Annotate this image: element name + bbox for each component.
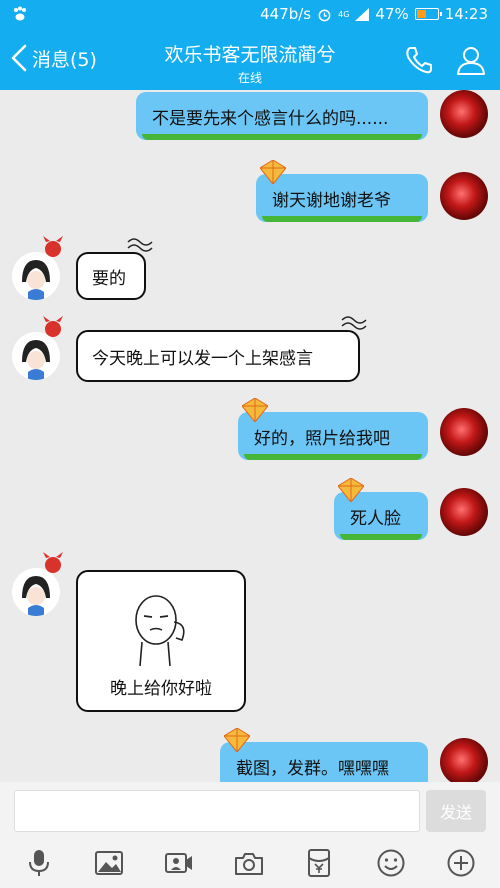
message-text: 好的，照片给我吧 xyxy=(254,428,390,449)
message-text: 死人脸 xyxy=(350,508,401,529)
message-text: 谢天谢地谢老爷 xyxy=(272,190,391,211)
message-text: 不是要先来个感言什么的吗...... xyxy=(152,108,389,129)
girl-avatar-icon xyxy=(12,252,60,300)
my-avatar[interactable] xyxy=(440,488,488,536)
kite-icon xyxy=(242,398,268,422)
signal-icon xyxy=(355,7,370,21)
message-bubble-contact[interactable]: 晚上给你好啦 xyxy=(76,570,246,712)
chat-header: 消息(5) 欢乐书客无限流蔺兮 在线 xyxy=(0,30,500,90)
message-bubble-mine[interactable]: 死人脸 xyxy=(334,478,428,540)
my-avatar[interactable] xyxy=(440,172,488,220)
toolbar xyxy=(0,838,500,888)
my-avatar[interactable] xyxy=(440,408,488,456)
devil-icon xyxy=(43,552,63,573)
devil-icon xyxy=(43,316,63,337)
back-label: 消息(5) xyxy=(32,48,97,71)
red-packet-icon[interactable] xyxy=(304,848,334,878)
net-speed: 447b/s xyxy=(260,5,312,23)
message-bubble-mine[interactable]: 好的，照片给我吧 xyxy=(238,398,428,460)
message-list[interactable]: 不是要先来个感言什么的吗...... 谢天谢地谢老爷 要的 今天晚上可以发一个上… xyxy=(0,90,500,782)
signal-type: 4G xyxy=(338,9,350,19)
user-icon[interactable] xyxy=(455,44,487,76)
meme-face-image xyxy=(135,594,185,666)
kite-icon xyxy=(338,478,364,502)
video-icon[interactable] xyxy=(164,848,194,878)
message-text: 截图，发群。嘿嘿嘿 xyxy=(236,758,389,779)
swirl-icon xyxy=(127,238,153,252)
send-button[interactable]: 发送 xyxy=(426,790,486,832)
message-bubble-mine[interactable]: 不是要先来个感言什么的吗...... xyxy=(136,92,428,140)
battery-percent: 47% xyxy=(375,5,409,23)
camera-icon[interactable] xyxy=(234,848,264,878)
online-status: 在线 xyxy=(237,71,262,85)
contact-name: 欢乐书客无限流蔺兮 xyxy=(164,44,336,66)
devil-icon xyxy=(43,236,63,257)
message-bubble-contact[interactable]: 今天晚上可以发一个上架感言 xyxy=(76,316,367,382)
input-bar: 发送 xyxy=(0,782,500,838)
battery-icon xyxy=(414,8,442,20)
contact-avatar[interactable] xyxy=(12,568,60,616)
swirl-icon xyxy=(341,316,367,330)
kite-icon xyxy=(260,160,286,184)
emoji-icon[interactable] xyxy=(376,848,406,878)
chevron-left-icon xyxy=(11,44,27,72)
status-bar: 447b/s 4G 47% 14:23 xyxy=(0,0,500,30)
contact-avatar[interactable] xyxy=(12,332,60,380)
message-bubble-mine[interactable]: 谢天谢地谢老爷 xyxy=(256,160,428,222)
image-icon[interactable] xyxy=(94,848,124,878)
contact-avatar[interactable] xyxy=(12,252,60,300)
paw-icon xyxy=(14,6,26,21)
phone-icon[interactable] xyxy=(403,44,435,76)
girl-avatar-icon xyxy=(12,568,60,616)
message-text: 要的 xyxy=(92,268,126,289)
back-button[interactable]: 消息(5) xyxy=(10,44,97,72)
clock: 14:23 xyxy=(444,5,488,23)
message-text: 今天晚上可以发一个上架感言 xyxy=(92,348,313,369)
message-bubble-contact[interactable]: 要的 xyxy=(76,238,153,300)
mic-icon[interactable] xyxy=(24,848,54,878)
girl-avatar-icon xyxy=(12,332,60,380)
plus-icon[interactable] xyxy=(446,848,476,878)
my-avatar[interactable] xyxy=(440,738,488,782)
my-avatar[interactable] xyxy=(440,90,488,138)
message-text: 晚上给你好啦 xyxy=(110,678,212,699)
kite-icon xyxy=(224,728,250,752)
alarm-icon xyxy=(318,9,331,21)
message-bubble-mine[interactable]: 截图，发群。嘿嘿嘿 xyxy=(220,728,428,782)
message-input[interactable] xyxy=(14,790,420,832)
